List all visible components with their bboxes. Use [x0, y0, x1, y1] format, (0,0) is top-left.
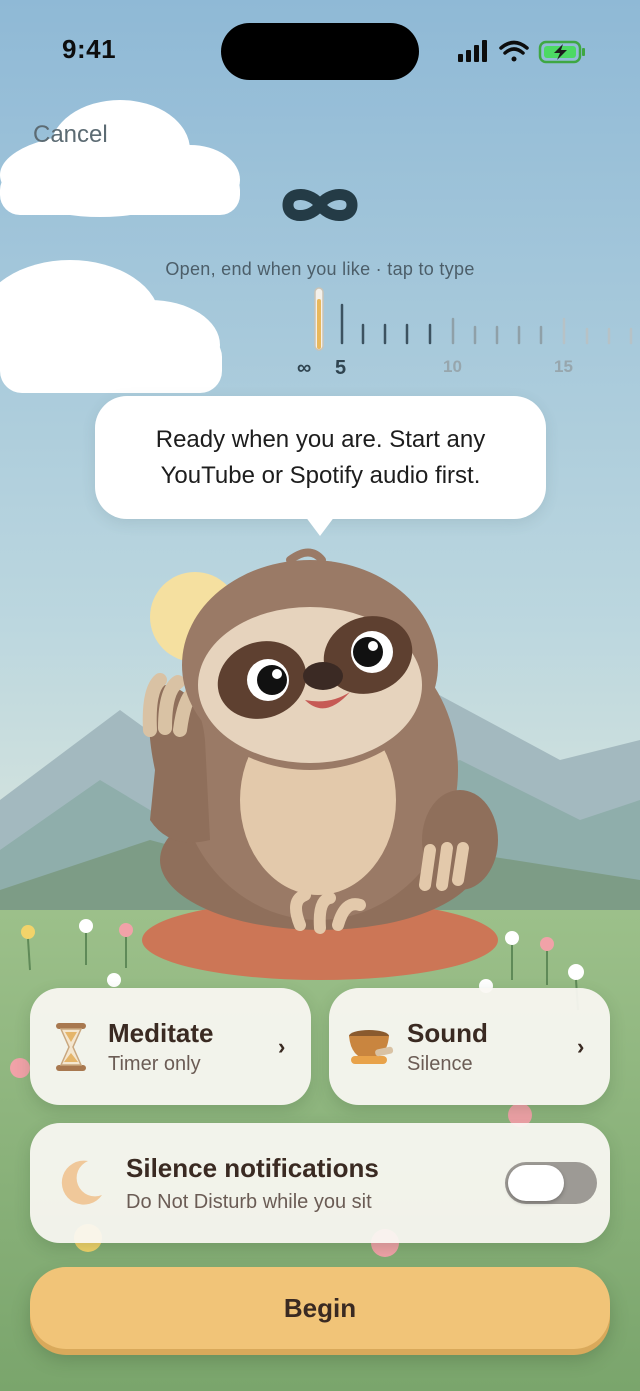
- singing-bowl-icon: [349, 1030, 394, 1064]
- ruler-label-infinity: ∞: [297, 357, 312, 379]
- silence-notifications-subtitle: Do Not Disturb while you sit: [126, 1191, 372, 1213]
- status-time: 9:41: [62, 34, 117, 64]
- meditate-title: Meditate: [108, 1018, 214, 1048]
- sound-title: Sound: [407, 1018, 488, 1048]
- begin-button[interactable]: Begin: [30, 1267, 610, 1349]
- speech-bubble: Ready when you are. Start any YouTube or…: [95, 396, 546, 519]
- cellular-signal-icon: [458, 40, 487, 62]
- infinity-icon[interactable]: [278, 184, 362, 226]
- meditate-subtitle: Timer only: [108, 1053, 201, 1075]
- ruler-label-15: 15: [554, 357, 573, 376]
- wifi-icon: [499, 40, 529, 62]
- cancel-button[interactable]: Cancel: [33, 121, 108, 149]
- bubble-line-2: YouTube or Spotify audio first.: [160, 462, 481, 489]
- bubble-line-1: Ready when you are. Start any: [155, 426, 486, 453]
- dynamic-island: [221, 23, 419, 80]
- screen: 9:41 Cancel Open, end when you like · ta…: [0, 0, 640, 1391]
- battery-charging-icon: [538, 40, 585, 64]
- chevron-right-icon: ›: [278, 1034, 286, 1059]
- moon-icon: [61, 1160, 102, 1205]
- status-bar: 9:41: [0, 0, 640, 100]
- silence-notifications-toggle[interactable]: [505, 1162, 597, 1204]
- chevron-right-icon: ›: [577, 1034, 585, 1059]
- ruler-label-10: 10: [443, 357, 462, 376]
- status-icons: [458, 40, 585, 64]
- sound-subtitle: Silence: [407, 1053, 473, 1075]
- bubble-text: Ready when you are. Start any YouTube or…: [95, 422, 546, 494]
- toggle-knob: [508, 1165, 564, 1201]
- ruler-label-5: 5: [335, 357, 347, 379]
- meditate-card[interactable]: Meditate Timer only ›: [30, 988, 311, 1105]
- duration-caption[interactable]: Open, end when you like · tap to type: [0, 259, 640, 280]
- sound-card[interactable]: Sound Silence ›: [329, 988, 610, 1105]
- silence-notifications-title: Silence notifications: [126, 1153, 379, 1183]
- hourglass-icon: [56, 1023, 86, 1071]
- bubble-tail: [302, 512, 338, 536]
